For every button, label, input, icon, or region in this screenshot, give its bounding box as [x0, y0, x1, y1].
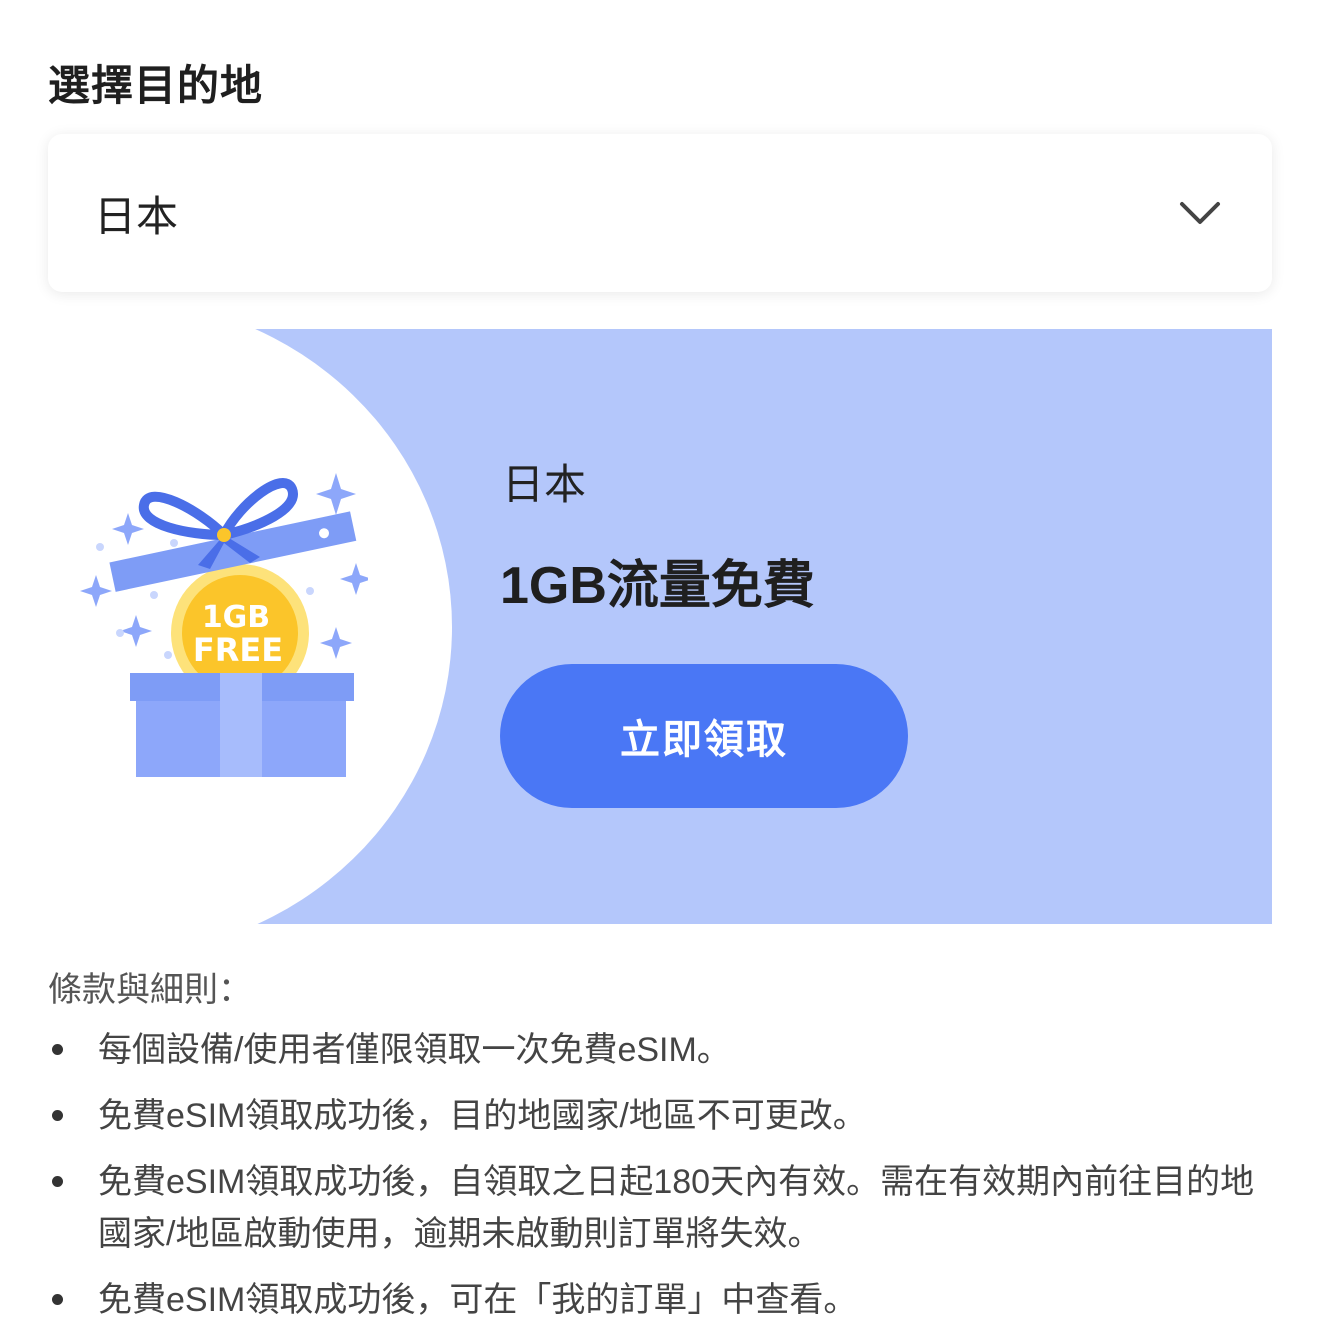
- terms-item: 每個設備/使用者僅限領取一次免費eSIM。: [48, 1024, 1272, 1076]
- terms-item-text: 免費eSIM領取成功後，可在「我的訂單」中查看。: [98, 1281, 858, 1319]
- bullet-icon: [52, 1044, 63, 1055]
- terms-item-text: 免費eSIM領取成功後，目的地國家/地區不可更改。: [98, 1097, 867, 1135]
- terms-item: 免費eSIM領取成功後，自領取之日起180天內有效。需在有效期內前往目的地國家/…: [48, 1156, 1272, 1260]
- bullet-icon: [52, 1176, 63, 1187]
- gift-box-illustration: 1GB FREE: [80, 473, 368, 777]
- gift-badge-line2: FREE: [193, 631, 283, 669]
- bullet-icon: [52, 1294, 63, 1305]
- destination-select-value: 日本: [94, 192, 179, 240]
- chevron-down-icon[interactable]: [1178, 199, 1222, 227]
- terms-item-text: 免費eSIM領取成功後，自領取之日起180天內有效。需在有效期內前往目的地國家/…: [98, 1163, 1255, 1253]
- terms-title: 條款與細則：: [48, 971, 252, 1009]
- terms-item: 免費eSIM領取成功後，可在「我的訂單」中查看。: [48, 1274, 1272, 1326]
- gift-badge-line1: 1GB: [202, 600, 270, 635]
- claim-now-button[interactable]: 立即領取: [500, 664, 908, 808]
- terms-list: 每個設備/使用者僅限領取一次免費eSIM。 免費eSIM領取成功後，目的地國家/…: [48, 1024, 1272, 1338]
- destination-title: 選擇目的地: [48, 62, 264, 109]
- terms-item: 免費eSIM領取成功後，目的地國家/地區不可更改。: [48, 1090, 1272, 1142]
- banner-offer-title: 1GB流量免費: [500, 557, 815, 615]
- terms-item-text: 每個設備/使用者僅限領取一次免費eSIM。: [98, 1031, 731, 1069]
- bullet-icon: [52, 1110, 63, 1121]
- destination-select[interactable]: 日本: [48, 134, 1272, 292]
- free-esim-banner: 1GB FREE 日本 1GB流量免費 立即領取: [48, 329, 1272, 924]
- banner-country: 日本: [502, 461, 587, 508]
